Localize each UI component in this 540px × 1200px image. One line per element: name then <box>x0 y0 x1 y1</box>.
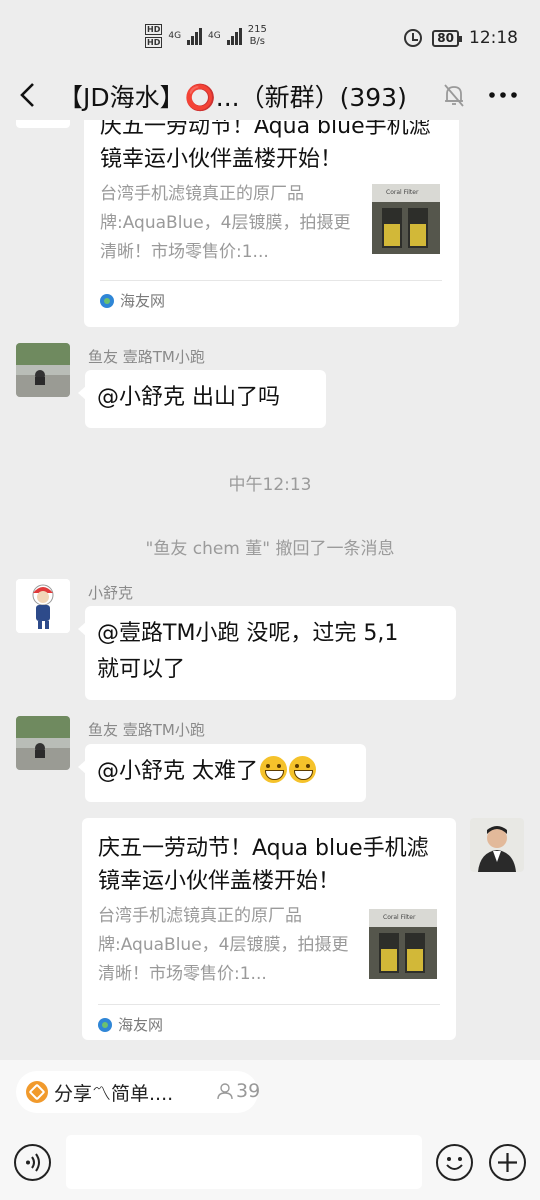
avatar[interactable] <box>16 343 70 397</box>
signal-icon <box>187 27 203 45</box>
plus-icon <box>498 1153 517 1172</box>
card-title: 庆五一劳动节！Aqua blue手机滤镜幸运小伙伴盖楼开始！ <box>98 836 429 894</box>
card-thumbnail: Coral Filter <box>369 909 437 979</box>
message-bubble[interactable]: @小舒克 出山了吗 <box>78 370 326 428</box>
message-bubble[interactable]: @壹路TM小跑 没呢，过完 5,1 就可以了 <box>78 606 456 700</box>
message-list[interactable]: 庆五一劳动节！Aqua blue手机滤镜幸运小伙伴盖楼开始！ 台湾手机滤镜真正的… <box>0 120 540 1060</box>
group-activity-pill[interactable]: 分享〽简单.... 39 <box>16 1071 260 1113</box>
avatar-photo <box>16 343 70 397</box>
share-badge-icon <box>26 1081 48 1103</box>
card-thumbnail: Coral Filter <box>372 184 440 254</box>
avatar-cartoon <box>16 579 70 633</box>
hd-indicator: HD HD <box>145 24 163 48</box>
mute-bell-icon <box>444 84 464 107</box>
time-divider: 中午12:13 <box>228 475 312 495</box>
clock: 12:18 <box>469 28 518 48</box>
network-type-2: 4G <box>208 31 221 41</box>
avatar[interactable] <box>16 120 70 128</box>
avatar-photo <box>16 716 70 770</box>
card-description: 台湾手机滤镜真正的原厂品牌:AquaBlue，4层镀膜，拍摄更清晰！市场零售价:… <box>100 184 351 262</box>
svg-text:Coral Filter: Coral Filter <box>386 189 419 196</box>
avatar[interactable] <box>16 716 70 770</box>
alarm-icon <box>404 29 423 47</box>
chat-title: 【JD海水】⭕...（新群）(393) <box>58 83 407 112</box>
avatar[interactable] <box>470 818 524 872</box>
sender-name: 鱼友 壹路TM小跑 <box>88 348 205 366</box>
card-source: 海友网 <box>98 1014 163 1035</box>
net-speed: 215 B/s <box>247 24 267 47</box>
emoji-button[interactable] <box>436 1144 473 1181</box>
grin-emoji-icon <box>289 756 316 783</box>
person-icon <box>217 1083 233 1100</box>
card-divider <box>100 280 442 281</box>
back-arrow-icon[interactable] <box>14 80 44 110</box>
grin-emoji-icon <box>260 756 287 783</box>
svg-text:Coral Filter: Coral Filter <box>383 914 416 921</box>
voice-input-button[interactable] <box>14 1144 51 1181</box>
link-card[interactable]: 庆五一劳动节！Aqua blue手机滤镜幸运小伙伴盖楼开始！ 台湾手机滤镜真正的… <box>82 818 456 1040</box>
card-description: 台湾手机滤镜真正的原厂品牌:AquaBlue，4层镀膜，拍摄更清晰！市场零售价:… <box>98 906 349 984</box>
link-card[interactable]: 庆五一劳动节！Aqua blue手机滤镜幸运小伙伴盖楼开始！ 台湾手机滤镜真正的… <box>84 120 459 327</box>
voice-icon <box>26 1153 40 1172</box>
smiley-icon <box>446 1157 463 1170</box>
more-functions-button[interactable] <box>489 1144 526 1181</box>
network-status: HD HD 4G 4G 215 B/s <box>145 24 267 48</box>
avatar-portrait <box>470 818 524 872</box>
battery-icon: 80 <box>432 29 462 47</box>
sender-name: 小舒克 <box>88 584 134 602</box>
pill-count: 39 <box>216 1080 260 1102</box>
message-bubble[interactable]: @小舒克 太难了 <box>78 744 366 802</box>
more-options-icon[interactable] <box>486 82 520 108</box>
network-type: 4G <box>168 31 182 41</box>
message-line: @壹路TM小跑 没呢，过完 5,1 <box>97 621 399 646</box>
message-input[interactable] <box>66 1135 422 1189</box>
card-title: 庆五一劳动节！Aqua blue手机滤镜幸运小伙伴盖楼开始！ <box>100 120 431 172</box>
filter-product-image: Coral Filter <box>372 184 440 254</box>
source-logo-icon <box>100 293 114 308</box>
card-source: 海友网 <box>100 290 165 311</box>
filter-product-image: Coral Filter <box>369 909 437 979</box>
chat-header: 【JD海水】⭕...（新群）(393) <box>0 70 540 120</box>
pill-text: 分享〽简单.... <box>54 1082 174 1105</box>
recall-notice: "鱼友 chem 董" 撤回了一条消息 <box>145 539 395 559</box>
message-line: 就可以了 <box>97 657 186 682</box>
card-divider <box>98 1004 440 1005</box>
input-bar: 分享〽简单.... 39 <box>0 1060 540 1200</box>
avatar[interactable] <box>16 579 70 633</box>
signal-icon-2 <box>226 27 242 45</box>
sender-name: 鱼友 壹路TM小跑 <box>88 721 205 739</box>
status-bar: HD HD 4G 4G 215 B/s 80 12:18 <box>0 0 540 70</box>
source-logo-icon <box>98 1017 112 1032</box>
